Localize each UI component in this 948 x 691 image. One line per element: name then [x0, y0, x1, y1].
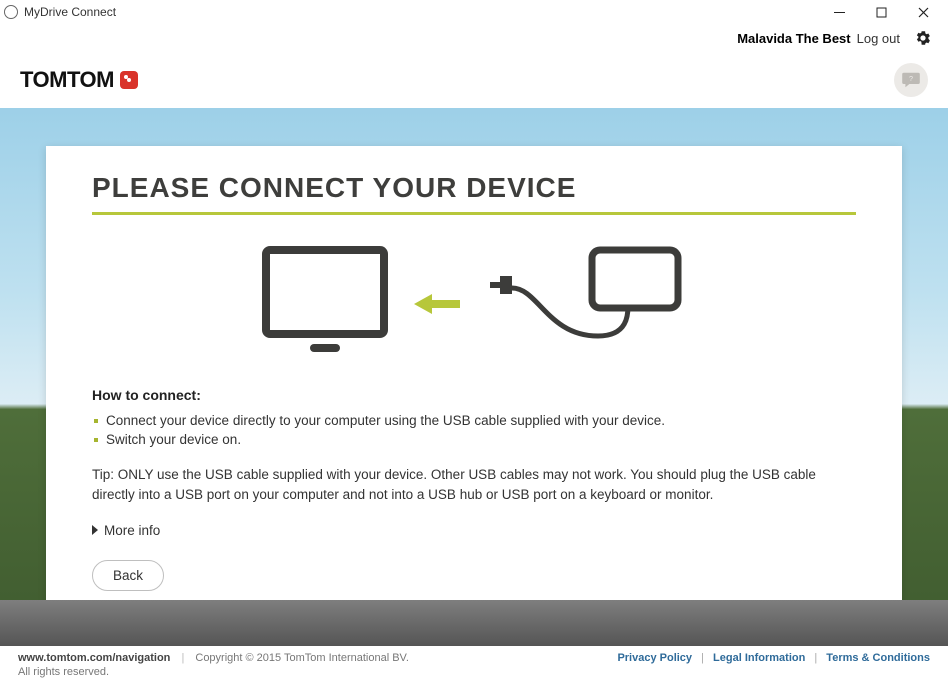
privacy-link[interactable]: Privacy Policy: [617, 652, 692, 664]
window-titlebar: MyDrive Connect: [0, 0, 948, 24]
minimize-button[interactable]: [818, 0, 860, 24]
road-marking: [360, 626, 450, 636]
terms-link[interactable]: Terms & Conditions: [826, 652, 930, 664]
settings-button[interactable]: [914, 29, 932, 47]
howto-item: Connect your device directly to your com…: [92, 411, 856, 430]
gear-icon: [914, 29, 932, 47]
user-name: Malavida The Best: [737, 31, 850, 46]
footer-rights: All rights reserved.: [18, 666, 409, 678]
footer-copyright: Copyright © 2015 TomTom International BV…: [195, 652, 409, 664]
maximize-button[interactable]: [860, 0, 902, 24]
hero-background: PLEASE CONNECT YOUR DEVICE How to connec…: [0, 108, 948, 646]
speech-bubble-icon: ?: [901, 72, 921, 88]
card-heading: PLEASE CONNECT YOUR DEVICE: [92, 172, 856, 204]
connect-card: PLEASE CONNECT YOUR DEVICE How to connec…: [46, 146, 902, 608]
back-label: Back: [113, 568, 143, 583]
more-info-link[interactable]: More info: [92, 523, 160, 538]
close-button[interactable]: [902, 0, 944, 24]
connect-illustration: [92, 229, 856, 379]
device-with-cable-icon: [488, 244, 688, 364]
howto-item: Switch your device on.: [92, 430, 856, 449]
user-bar: Malavida The Best Log out: [0, 24, 948, 52]
howto-list: Connect your device directly to your com…: [92, 411, 856, 449]
app-icon: [4, 5, 18, 19]
footer-url[interactable]: www.tomtom.com/navigation: [18, 652, 170, 664]
tip-text: Tip: ONLY use the USB cable supplied wit…: [92, 465, 856, 504]
monitor-icon: [260, 244, 390, 364]
footer: www.tomtom.com/navigation | Copyright © …: [0, 646, 948, 691]
howto-heading: How to connect:: [92, 387, 856, 403]
brand-name: TOMTOM: [20, 67, 114, 93]
tomtom-logo: TOMTOM: [20, 67, 138, 93]
legal-link[interactable]: Legal Information: [713, 652, 805, 664]
arrow-left-icon: [414, 292, 464, 316]
road-marking: [510, 626, 600, 636]
brand-mark-icon: [120, 71, 138, 89]
triangle-right-icon: [92, 525, 98, 535]
more-info-label: More info: [104, 523, 160, 538]
help-button[interactable]: ?: [894, 63, 928, 97]
svg-text:?: ?: [909, 74, 913, 83]
back-button[interactable]: Back: [92, 560, 164, 591]
brand-bar: TOMTOM ?: [0, 52, 948, 108]
logout-link[interactable]: Log out: [857, 31, 900, 46]
heading-underline: [92, 212, 856, 215]
window-title: MyDrive Connect: [24, 5, 116, 19]
